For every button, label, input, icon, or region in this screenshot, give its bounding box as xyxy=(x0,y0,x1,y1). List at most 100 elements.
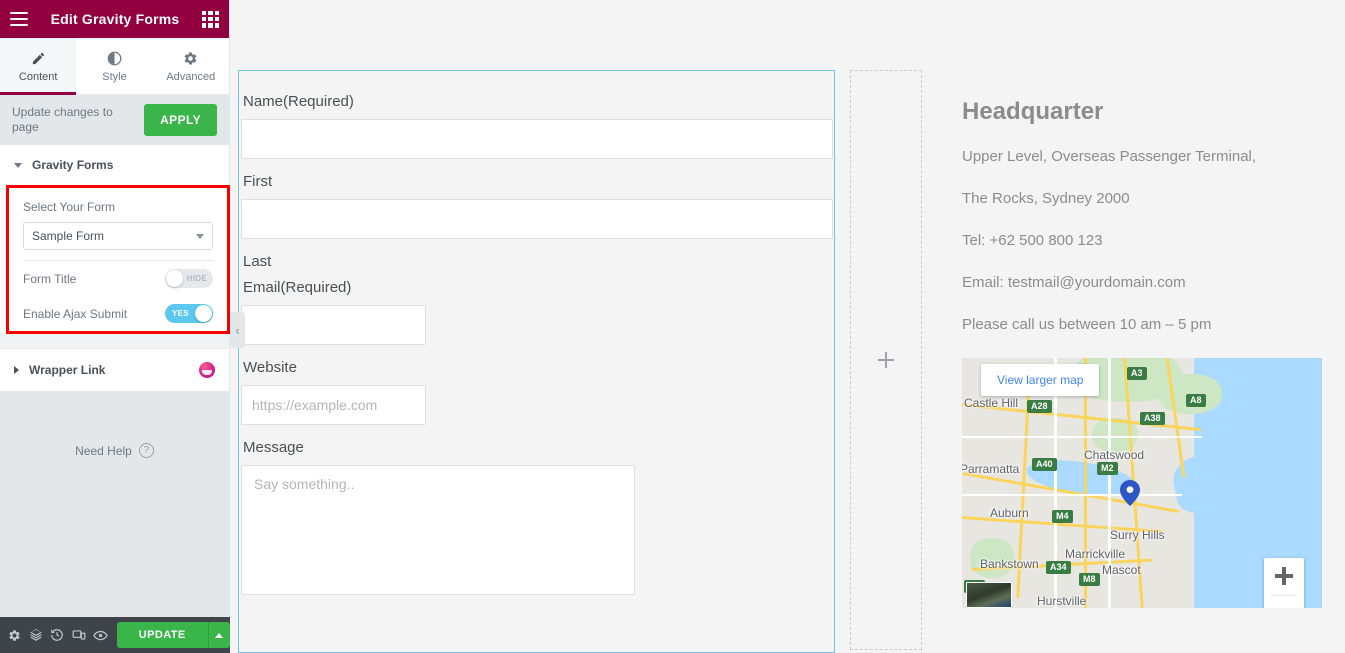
chevron-down-icon xyxy=(14,162,22,168)
need-help-link[interactable]: Need Help ? xyxy=(0,391,229,458)
field-label: Message xyxy=(243,439,304,456)
first-name-input[interactable] xyxy=(241,199,833,239)
editor-canvas: Name(Required) First Last Email(Required… xyxy=(230,0,1345,653)
apply-description: Update changes to page xyxy=(12,105,113,134)
info-line: Email: testmail@yourdomain.com xyxy=(962,274,1186,291)
map-place-label: Bankstown xyxy=(980,557,1039,571)
contrast-half-circle-icon xyxy=(107,50,122,67)
chevron-down-icon xyxy=(196,233,204,239)
layers-icon[interactable] xyxy=(25,617,46,653)
tab-content[interactable]: Content xyxy=(0,38,77,95)
select-form-control: Select Your Form Sample Form xyxy=(9,188,227,260)
tab-advanced[interactable]: Advanced xyxy=(152,38,229,94)
tab-advanced-label: Advanced xyxy=(166,70,216,83)
tab-style-label: Style xyxy=(102,70,127,83)
field-label: Email(Required) xyxy=(243,279,352,296)
tab-content-label: Content xyxy=(18,70,58,83)
responsive-mode-icon[interactable] xyxy=(68,617,89,653)
map-highway-shield: M2 xyxy=(1097,462,1118,475)
panel-tabs: Content Style Advanced xyxy=(0,38,229,95)
grid-apps-icon[interactable] xyxy=(202,10,219,28)
website-input[interactable]: https://example.com xyxy=(241,385,426,425)
need-help-label: Need Help xyxy=(75,443,132,458)
apply-button[interactable]: APPLY xyxy=(144,104,217,136)
empty-column-dropzone[interactable] xyxy=(850,70,922,650)
update-button[interactable]: UPDATE xyxy=(116,622,208,648)
page-title: Edit Gravity Forms xyxy=(50,11,180,27)
field-label: Website xyxy=(243,359,297,376)
map-place-label: Marrickville xyxy=(1065,547,1125,561)
map-place-label: Auburn xyxy=(990,506,1029,520)
map-highway-shield: A28 xyxy=(1027,400,1052,413)
headquarter-info-column: Headquarter Upper Level, Overseas Passen… xyxy=(922,70,1345,653)
map-place-label: Chatswood xyxy=(1084,448,1145,462)
view-larger-map-link[interactable]: View larger map xyxy=(981,364,1100,396)
highlighted-settings-group: Select Your Form Sample Form Form Title … xyxy=(6,185,230,334)
ajax-submit-toggle-state: YES xyxy=(172,309,189,318)
section-gravity-forms-label: Gravity Forms xyxy=(32,158,114,172)
google-map-embed[interactable]: Castle Hill Chatswood Parramatta Auburn … xyxy=(962,358,1322,608)
section-wrapper-link[interactable]: Wrapper Link xyxy=(0,348,229,391)
toggle-knob xyxy=(195,305,212,322)
field-label: Name(Required) xyxy=(243,93,354,110)
map-place-label: Hurstville xyxy=(1037,594,1087,608)
ajax-submit-toggle[interactable]: YES xyxy=(165,304,213,323)
gravity-form-widget[interactable]: Name(Required) First Last Email(Required… xyxy=(238,70,835,653)
info-line: Tel: +62 500 800 123 xyxy=(962,232,1103,249)
form-title-toggle-state: HIDE xyxy=(186,274,207,283)
zoom-in-button[interactable] xyxy=(1264,558,1304,608)
divider xyxy=(1271,595,1297,596)
caret-up-icon xyxy=(215,632,224,638)
toggle-knob xyxy=(166,270,183,287)
form-field-email: Email(Required) xyxy=(239,279,834,345)
info-line: The Rocks, Sydney 2000 xyxy=(962,190,1130,207)
panel-bottom-bar: UPDATE xyxy=(0,617,230,653)
tab-style[interactable]: Style xyxy=(76,38,153,94)
map-highway-shield: M8 xyxy=(1079,573,1100,586)
form-field-last: Last xyxy=(239,253,834,279)
map-highway-shield: M4 xyxy=(1052,510,1073,523)
section-wrapper-link-label: Wrapper Link xyxy=(29,363,106,377)
gear-icon[interactable] xyxy=(4,617,25,653)
form-field-website: Website https://example.com xyxy=(239,359,834,425)
street-view-thumbnail[interactable] xyxy=(966,582,1012,608)
section-gravity-forms[interactable]: Gravity Forms xyxy=(0,145,229,185)
preview-eye-icon[interactable] xyxy=(89,617,110,653)
map-pin-icon[interactable] xyxy=(1120,480,1140,506)
form-field-message: Message Say something.. xyxy=(239,439,834,595)
chevron-right-icon xyxy=(14,366,19,374)
hamburger-icon[interactable] xyxy=(10,12,28,26)
map-highway-shield: A38 xyxy=(1140,412,1165,425)
form-field-first: First xyxy=(239,173,834,239)
panel-header: Edit Gravity Forms xyxy=(0,0,229,38)
apply-changes-bar: Update changes to page APPLY xyxy=(0,95,229,145)
question-mark-icon: ? xyxy=(138,443,154,458)
map-highway-shield: A8 xyxy=(1186,394,1206,407)
plus-icon[interactable] xyxy=(878,352,894,368)
field-label: Last xyxy=(243,253,272,270)
map-highway-shield: A3 xyxy=(1127,367,1147,380)
map-place-label: Castle Hill xyxy=(964,396,1019,410)
select-form-value: Sample Form xyxy=(32,229,105,243)
form-title-toggle[interactable]: HIDE xyxy=(165,269,213,288)
elementor-editor: Edit Gravity Forms Content Style Advance… xyxy=(0,0,1345,653)
map-highway-shield: A34 xyxy=(1046,561,1071,574)
message-textarea[interactable]: Say something.. xyxy=(241,465,635,595)
field-label: First xyxy=(243,173,273,190)
email-input[interactable] xyxy=(241,305,426,345)
name-input[interactable] xyxy=(241,119,833,159)
panel-empty-area: Need Help ? xyxy=(0,391,229,653)
info-line: Please call us between 10 am – 5 pm xyxy=(962,316,1212,333)
info-line: Upper Level, Overseas Passenger Terminal… xyxy=(962,148,1257,165)
form-field-name: Name(Required) xyxy=(239,93,834,159)
panel-collapse-handle[interactable]: ‹ xyxy=(230,312,245,348)
info-title: Headquarter xyxy=(962,98,1104,125)
update-options-caret[interactable] xyxy=(207,622,230,648)
select-form-label: Select Your Form xyxy=(23,200,116,214)
pro-badge-icon xyxy=(199,362,215,378)
ajax-submit-label: Enable Ajax Submit xyxy=(23,306,128,321)
history-icon[interactable] xyxy=(47,617,68,653)
panel-gap xyxy=(0,334,229,348)
form-title-control: Form Title HIDE xyxy=(9,261,227,296)
select-form-dropdown[interactable]: Sample Form xyxy=(23,222,213,250)
